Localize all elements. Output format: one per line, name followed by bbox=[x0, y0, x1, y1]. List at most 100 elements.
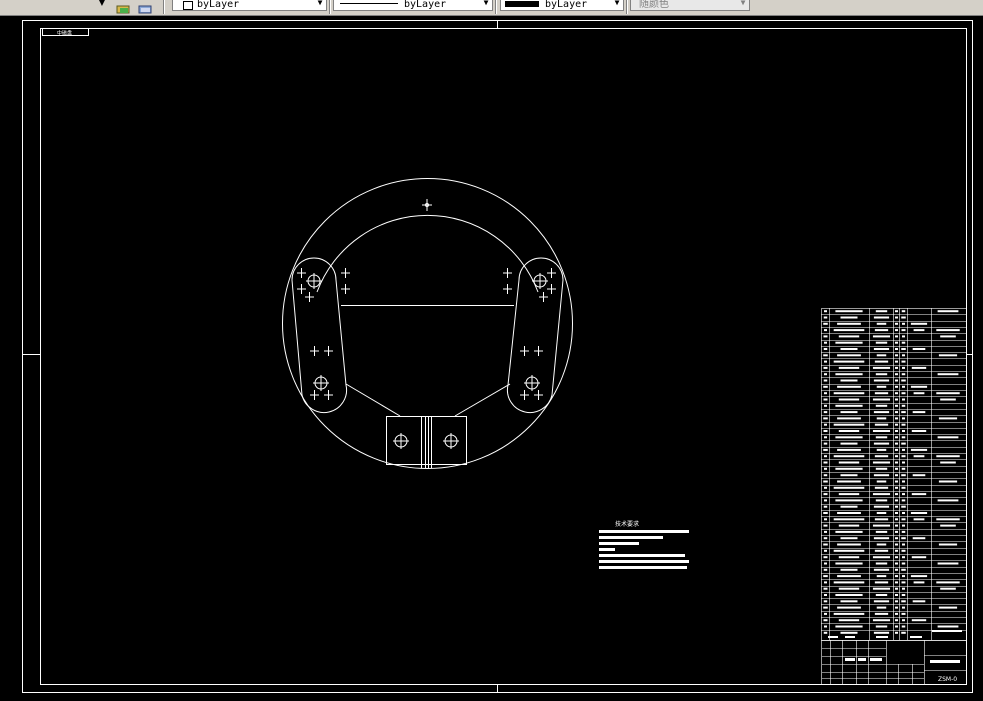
bom-cell-text bbox=[895, 606, 898, 609]
layer-states-icon[interactable] bbox=[116, 0, 132, 14]
bom-cell-text bbox=[913, 518, 925, 521]
bom-cell-text bbox=[940, 335, 956, 338]
bom-cell-text bbox=[895, 512, 898, 514]
bom-cell-text bbox=[837, 322, 861, 325]
lineweight-dropdown[interactable]: byLayer ▼ bbox=[500, 0, 624, 11]
bom-cell-text bbox=[837, 448, 861, 451]
chevron-down-icon[interactable]: ▼ bbox=[613, 0, 621, 8]
bom-cell-text bbox=[938, 417, 958, 420]
bom-cell-text bbox=[895, 398, 898, 401]
bom-cell-text bbox=[895, 631, 898, 634]
bom-cell-text bbox=[840, 411, 858, 414]
bom-cell-text bbox=[912, 537, 926, 540]
bom-cell-text bbox=[823, 474, 828, 477]
bom-cell-text bbox=[901, 631, 906, 634]
bom-cell-text bbox=[901, 316, 906, 319]
bom-cell-text bbox=[833, 549, 865, 552]
bom-cell-text bbox=[901, 474, 906, 477]
bom-cell-text bbox=[840, 505, 858, 508]
bom-cell-text bbox=[895, 467, 898, 470]
chevron-down-icon[interactable]: ▼ bbox=[98, 0, 106, 8]
model-space-canvas[interactable]: 中磁盘 技术要求 ZSM-0 bbox=[0, 16, 983, 701]
drawing-frame bbox=[40, 28, 967, 685]
bom-cell-text bbox=[872, 366, 891, 369]
bom-cell-text bbox=[840, 600, 858, 603]
bom-cell-text bbox=[874, 612, 889, 615]
outer-circle bbox=[282, 178, 573, 469]
crosshair-marker bbox=[305, 292, 314, 302]
bom-cell-text bbox=[838, 587, 860, 590]
bom-cell-text bbox=[840, 537, 858, 540]
bom-cell-text bbox=[911, 556, 927, 559]
bom-cell-text bbox=[901, 341, 906, 344]
bom-cell-text bbox=[837, 575, 861, 578]
bom-cell-text bbox=[840, 379, 858, 382]
bom-cell-text bbox=[895, 568, 898, 571]
bom-cell-text bbox=[902, 619, 905, 622]
bom-cell-text bbox=[901, 373, 906, 376]
chevron-down-icon[interactable]: ▼ bbox=[316, 0, 324, 8]
bom-cell-text bbox=[873, 411, 890, 414]
bom-cell-text bbox=[902, 524, 905, 527]
bom-cell-text bbox=[875, 310, 888, 313]
bom-cell-text bbox=[823, 606, 828, 609]
bom-cell-text bbox=[823, 417, 828, 420]
bom-cell-text bbox=[911, 366, 927, 369]
bom-cell-text bbox=[835, 594, 863, 596]
bom-cell-text bbox=[823, 537, 828, 540]
bom-cell-text bbox=[874, 423, 889, 426]
bom-cell-text bbox=[823, 366, 828, 369]
bom-cell-text bbox=[901, 467, 906, 470]
bom-cell-text bbox=[902, 335, 905, 338]
hole-marker bbox=[532, 273, 548, 289]
bom-cell-text bbox=[913, 329, 925, 332]
crosshair-marker bbox=[324, 346, 333, 356]
bom-cell-text bbox=[902, 398, 905, 401]
bom-cell-text bbox=[913, 581, 925, 584]
bom-cell-text bbox=[901, 411, 906, 414]
bom-cell-text bbox=[838, 556, 860, 559]
bom-cell-text bbox=[901, 436, 906, 439]
bom-cell-text bbox=[876, 480, 887, 483]
sheet-border bbox=[22, 20, 973, 693]
bom-cell-text bbox=[837, 606, 861, 609]
linetype-dropdown[interactable]: byLayer ▼ bbox=[333, 0, 493, 11]
bom-cell-text bbox=[823, 524, 828, 527]
crosshair-marker bbox=[539, 292, 548, 302]
bom-cell-text bbox=[895, 348, 898, 350]
bom-cell-text bbox=[895, 556, 898, 559]
bom-cell-text bbox=[895, 341, 898, 344]
bom-cell-text bbox=[875, 373, 888, 376]
plotstyle-dropdown: 随颜色 ▼ bbox=[630, 0, 750, 11]
color-dropdown[interactable]: byLayer ▼ bbox=[172, 0, 327, 11]
bom-cell-text bbox=[895, 562, 898, 565]
crosshair-marker bbox=[503, 268, 512, 278]
bom-cell-text bbox=[823, 430, 828, 432]
bom-cell-text bbox=[838, 398, 860, 401]
bom-cell-text bbox=[823, 493, 828, 496]
bom-cell-text bbox=[895, 316, 898, 319]
bom-cell-text bbox=[874, 549, 889, 552]
bom-cell-text bbox=[895, 392, 898, 395]
bom-cell-text bbox=[895, 518, 898, 521]
toolbar-separator bbox=[495, 0, 497, 14]
layer-manager-icon[interactable] bbox=[138, 0, 154, 14]
bom-cell-text bbox=[823, 348, 828, 350]
bom-cell-text bbox=[902, 493, 905, 496]
chevron-down-icon[interactable]: ▼ bbox=[482, 0, 490, 8]
bom-cell-text bbox=[872, 398, 891, 401]
bom-cell-text bbox=[838, 493, 860, 496]
bom-cell-text bbox=[901, 442, 906, 445]
linetype-value: byLayer bbox=[404, 0, 447, 10]
bom-cell-text bbox=[837, 512, 861, 514]
bom-cell-text bbox=[873, 379, 890, 382]
bom-cell-text bbox=[838, 430, 860, 432]
crosshair-marker bbox=[297, 268, 306, 278]
bom-cell-text bbox=[936, 518, 960, 521]
tech-notes: 技术要求 bbox=[599, 520, 689, 569]
bom-cell-text bbox=[838, 619, 860, 622]
bom-cell-text bbox=[902, 480, 905, 483]
bom-cell-text bbox=[937, 310, 959, 313]
bom-cell-text bbox=[875, 467, 888, 470]
crosshair-marker bbox=[503, 284, 512, 294]
